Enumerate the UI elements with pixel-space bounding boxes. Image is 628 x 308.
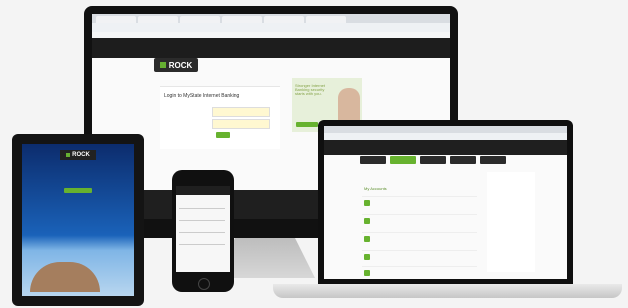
tablet-rocks-photo (30, 262, 100, 292)
laptop-base (273, 284, 622, 298)
nav-manage[interactable] (450, 156, 476, 164)
brand-logo: ROCK (154, 58, 198, 72)
phone-list-row[interactable] (179, 220, 225, 221)
laptop-browser-tabs (324, 126, 567, 133)
home-button-icon[interactable] (198, 278, 210, 290)
laptop-screen: My Accounts (324, 126, 567, 279)
main-nav (360, 156, 506, 166)
tablet-logo-mark-icon (66, 153, 71, 157)
tablet-logo: ROCK (60, 150, 96, 160)
site-header-band (92, 38, 450, 58)
account-row[interactable] (362, 250, 477, 267)
account-row[interactable] (362, 266, 477, 279)
browser-tab[interactable] (222, 16, 262, 23)
promo-line-3: starts with you. (295, 91, 322, 96)
phone-screen (176, 186, 230, 272)
nav-logo (360, 156, 386, 164)
phone-list-row[interactable] (179, 208, 225, 209)
nav-accounts[interactable] (390, 156, 416, 164)
phone (172, 170, 234, 292)
account-icon (364, 270, 370, 276)
account-icon (364, 218, 370, 224)
tablet-login-button[interactable] (64, 188, 92, 193)
password-field[interactable] (212, 119, 270, 129)
browser-tab[interactable] (96, 16, 136, 23)
customer-number-field[interactable] (212, 107, 270, 117)
account-row[interactable] (362, 232, 477, 249)
laptop: My Accounts (318, 120, 573, 285)
browser-tab[interactable] (306, 16, 346, 23)
logo-word: ROCK (168, 60, 193, 70)
laptop-site-header (324, 140, 567, 155)
phone-header (176, 186, 230, 195)
login-panel: Login to MyState Internet Banking (160, 86, 280, 149)
tablet: ROCK (12, 134, 144, 306)
account-icon (364, 200, 370, 206)
login-button[interactable] (216, 132, 230, 138)
tablet-screen: ROCK (22, 144, 134, 296)
promo-button[interactable] (296, 122, 318, 127)
logo-mark-icon (159, 62, 166, 68)
accounts-title: My Accounts (364, 186, 387, 191)
login-title: Login to MyState Internet Banking (164, 93, 240, 99)
browser-tab[interactable] (180, 16, 220, 23)
account-icon (364, 236, 370, 242)
promo-photo (338, 88, 360, 124)
account-row[interactable] (362, 196, 477, 213)
browser-tab[interactable] (264, 16, 304, 23)
promo-text: Stronger Internet Banking security start… (295, 84, 335, 96)
phone-list-row[interactable] (179, 244, 225, 245)
nav-messages[interactable] (480, 156, 506, 164)
laptop-address-bar[interactable] (324, 133, 567, 140)
laptop-sidebar (487, 172, 535, 272)
account-row[interactable] (362, 214, 477, 231)
phone-list-row[interactable] (179, 232, 225, 233)
product-scene: ROCK Login to MyState Internet Banking S… (0, 0, 628, 308)
browser-tab[interactable] (138, 16, 178, 23)
nav-transfer-pay[interactable] (420, 156, 446, 164)
account-icon (364, 254, 370, 260)
tablet-logo-word: ROCK (72, 152, 90, 158)
browser-tabbar (92, 14, 450, 23)
